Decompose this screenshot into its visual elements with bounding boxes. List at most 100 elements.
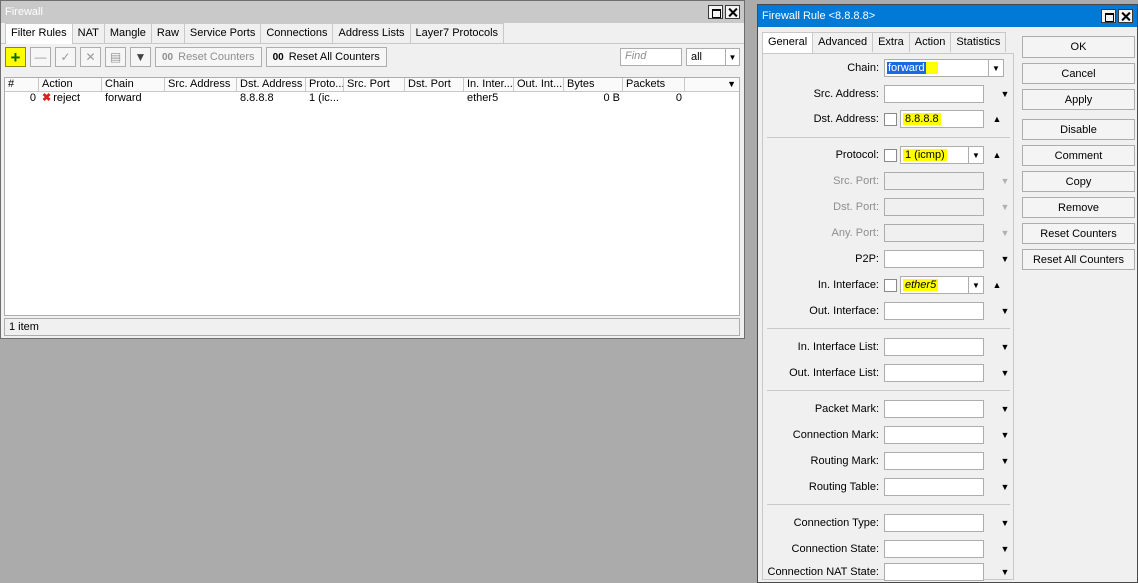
cell-action: ✖ reject [39,92,102,105]
tab-raw[interactable]: Raw [150,23,185,43]
col-action[interactable]: Action [39,78,102,91]
expand-down-icon[interactable]: ▼ [998,518,1012,528]
expand-down-icon[interactable]: ▼ [998,368,1012,378]
add-icon[interactable]: + [5,47,26,67]
in-interface-negate-checkbox[interactable] [884,278,897,292]
packet-mark-field[interactable] [884,400,984,418]
col-chain[interactable]: Chain [102,78,165,91]
rule-titlebar[interactable]: Firewall Rule <8.8.8.8> [758,5,1137,27]
remove-button[interactable]: Remove [1022,197,1135,218]
col-src-address[interactable]: Src. Address [165,78,237,91]
protocol-negate-checkbox[interactable] [884,148,897,162]
disable-button[interactable]: Disable [1022,119,1135,140]
tab-nat[interactable]: NAT [71,23,105,43]
close-icon[interactable] [725,5,740,19]
comment-icon[interactable]: ▤ [105,47,126,67]
expand-down-icon[interactable]: ▼ [998,202,1012,212]
separator [767,390,1010,391]
protocol-field[interactable]: 1 (icmp) ▼ [900,146,984,164]
cell-out-interface [514,92,564,105]
dst-address-field[interactable]: 8.8.8.8 [900,110,984,128]
col-packets[interactable]: Packets [623,78,685,91]
collapse-up-icon[interactable]: ▲ [990,150,1004,160]
col-dst-address[interactable]: Dst. Address [237,78,306,91]
tab-advanced[interactable]: Advanced [812,32,874,52]
remove-icon[interactable]: — [30,47,51,67]
rule-action-buttons: OK Cancel Apply Disable Comment Copy Rem… [1022,36,1135,275]
expand-down-icon[interactable]: ▼ [998,254,1012,264]
expand-down-icon[interactable]: ▼ [998,228,1012,238]
expand-down-icon[interactable]: ▼ [998,456,1012,466]
apply-button[interactable]: Apply [1022,89,1135,110]
tab-address-lists[interactable]: Address Lists [332,23,411,43]
disable-x-icon[interactable]: ✕ [80,47,101,67]
any-port-field[interactable] [884,224,984,242]
tab-layer7-protocols[interactable]: Layer7 Protocols [409,23,505,43]
enable-check-icon[interactable]: ✓ [55,47,76,67]
tab-extra[interactable]: Extra [872,32,910,52]
expand-down-icon[interactable]: ▼ [998,306,1012,316]
out-interface-list-field[interactable] [884,364,984,382]
protocol-dropdown-icon[interactable]: ▼ [968,147,983,163]
col-num[interactable]: # [5,78,39,91]
restore-icon[interactable] [708,5,723,19]
tab-mangle[interactable]: Mangle [103,23,152,43]
expand-down-icon[interactable]: ▼ [998,430,1012,440]
reset-all-counters-button[interactable]: 00 Reset All Counters [265,47,387,67]
copy-button[interactable]: Copy [1022,171,1135,192]
in-interface-field[interactable]: ether5 ▼ [900,276,984,294]
ok-button[interactable]: OK [1022,36,1135,58]
in-interface-dropdown-icon[interactable]: ▼ [968,277,983,293]
routing-mark-field[interactable] [884,452,984,470]
table-row[interactable]: 0 ✖ reject forward 8.8.8.8 1 (ic... ether… [5,92,739,105]
filter-select[interactable]: all ▼ [686,48,740,66]
dst-address-negate-checkbox[interactable] [884,112,897,126]
filter-icon[interactable]: ▼ [130,47,151,67]
col-src-port[interactable]: Src. Port [344,78,405,91]
expand-down-icon[interactable]: ▼ [998,482,1012,492]
connection-mark-field[interactable] [884,426,984,444]
col-out-interface[interactable]: Out. Int... [514,78,564,91]
chain-dropdown-icon[interactable]: ▼ [988,60,1003,76]
expand-down-icon[interactable]: ▼ [998,567,1012,577]
expand-down-icon[interactable]: ▼ [998,404,1012,414]
tab-statistics[interactable]: Statistics [950,32,1007,52]
out-interface-field[interactable] [884,302,984,320]
connection-state-field[interactable] [884,540,984,558]
chain-field[interactable]: forward ▼ [884,59,1004,77]
expand-down-icon[interactable]: ▼ [998,89,1012,99]
tab-filter-rules[interactable]: Filter Rules [5,23,73,44]
close-icon[interactable] [1118,9,1133,23]
dropdown-arrow-icon[interactable]: ▼ [725,49,739,65]
reset-counters-button[interactable]: 00 Reset Counters [155,47,262,67]
dst-port-field[interactable] [884,198,984,216]
find-input[interactable]: Find [620,48,682,66]
src-port-field[interactable] [884,172,984,190]
collapse-up-icon[interactable]: ▲ [990,114,1004,124]
collapse-up-icon[interactable]: ▲ [990,280,1004,290]
connection-nat-state-field[interactable] [884,563,984,581]
col-dst-port[interactable]: Dst. Port [405,78,464,91]
col-in-interface[interactable]: In. Inter... [464,78,514,91]
col-bytes[interactable]: Bytes [564,78,623,91]
restore-icon[interactable] [1101,9,1116,23]
firewall-titlebar[interactable]: Firewall [1,1,744,23]
reset-all-counters-button[interactable]: Reset All Counters [1022,249,1135,270]
in-interface-list-field[interactable] [884,338,984,356]
tab-action[interactable]: Action [908,32,952,52]
expand-down-icon[interactable]: ▼ [998,544,1012,554]
tab-service-ports[interactable]: Service Ports [183,23,262,43]
tab-general[interactable]: General [762,32,814,53]
column-chooser-icon[interactable]: ▼ [685,78,739,91]
comment-button[interactable]: Comment [1022,145,1135,166]
expand-down-icon[interactable]: ▼ [998,176,1012,186]
reset-counters-button[interactable]: Reset Counters [1022,223,1135,244]
col-protocol[interactable]: Proto... [306,78,344,91]
cancel-button[interactable]: Cancel [1022,63,1135,84]
expand-down-icon[interactable]: ▼ [998,342,1012,352]
tab-connections[interactable]: Connections [260,23,334,43]
connection-type-field[interactable] [884,514,984,532]
src-address-field[interactable] [884,85,984,103]
p2p-field[interactable] [884,250,984,268]
routing-table-field[interactable] [884,478,984,496]
